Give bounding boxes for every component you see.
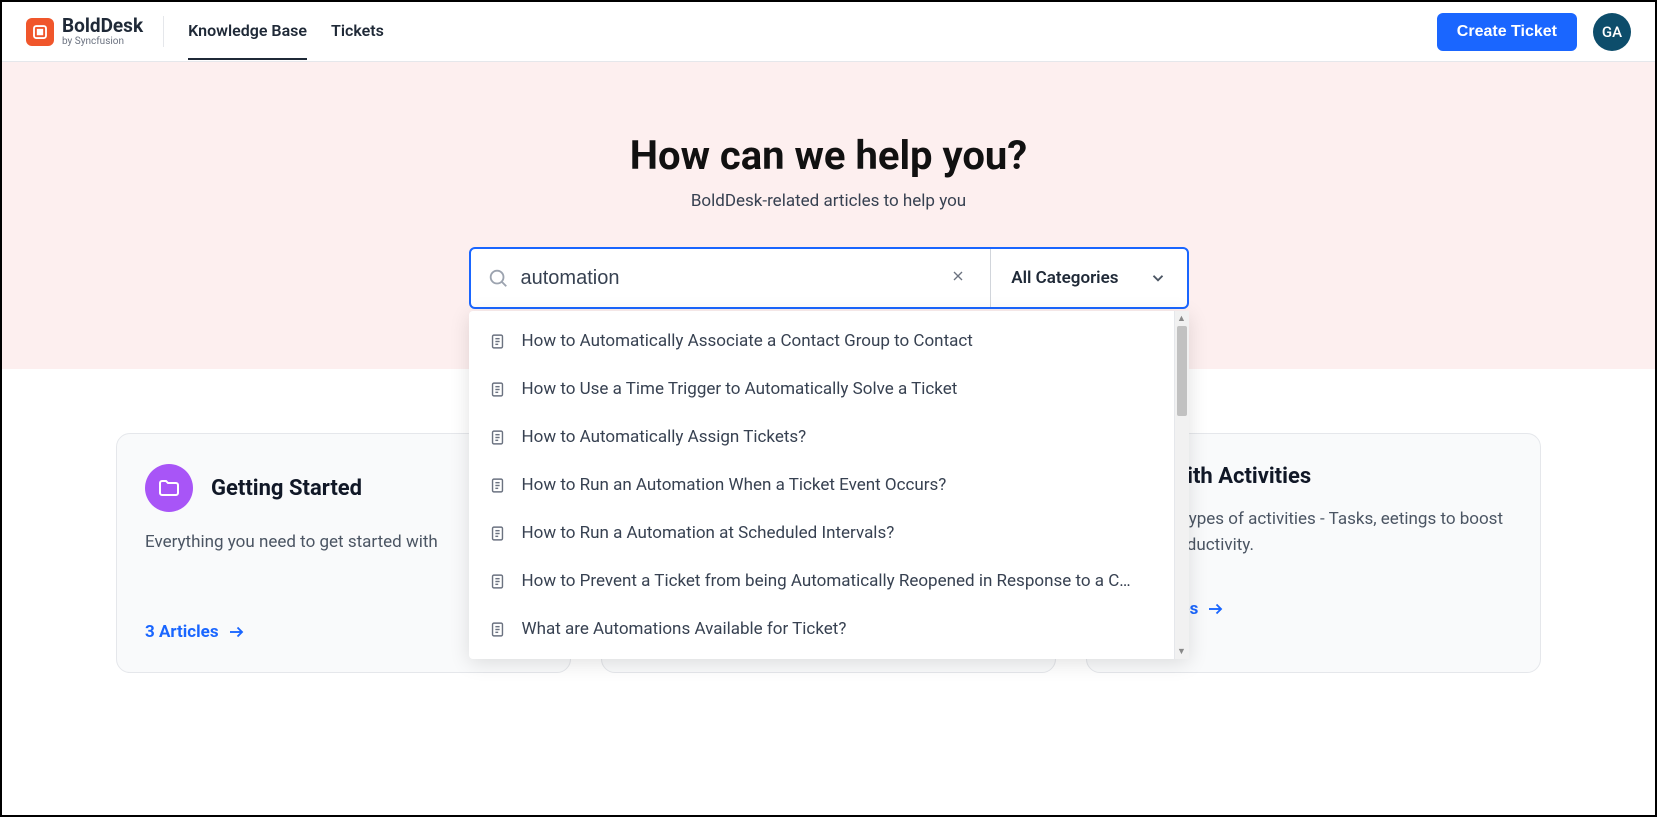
document-icon bbox=[489, 381, 506, 398]
suggestion-list: How to Automatically Associate a Contact… bbox=[469, 311, 1174, 659]
folder-icon bbox=[145, 464, 193, 512]
clear-search-button[interactable] bbox=[942, 263, 974, 294]
card-count: 3 Articles bbox=[145, 622, 219, 642]
document-icon bbox=[489, 525, 506, 542]
suggestion-text: How to Run a Automation at Scheduled Int… bbox=[522, 523, 895, 543]
document-icon bbox=[489, 621, 506, 638]
suggestion-text: What are Automations Available for Ticke… bbox=[522, 619, 847, 639]
create-ticket-button[interactable]: Create Ticket bbox=[1437, 13, 1577, 51]
suggestion-item[interactable]: How to Use a Time Trigger to Automatical… bbox=[469, 365, 1174, 413]
hero-subtitle: BoldDesk-related articles to help you bbox=[2, 191, 1655, 211]
close-icon bbox=[950, 268, 966, 284]
scroll-down-icon[interactable]: ▼ bbox=[1175, 644, 1189, 659]
header: BoldDesk by Syncfusion Knowledge Base Ti… bbox=[2, 2, 1655, 62]
search-left bbox=[471, 249, 991, 307]
suggestion-text: How to Run an Automation When a Ticket E… bbox=[522, 475, 947, 495]
nav-tabs: Knowledge Base Tickets bbox=[188, 3, 384, 60]
suggestion-item[interactable]: How to Automatically Assign Tickets? bbox=[469, 413, 1174, 461]
logo-icon bbox=[26, 18, 54, 46]
card-title: Getting Started bbox=[211, 476, 362, 501]
category-label: All Categories bbox=[1011, 268, 1118, 288]
header-right: Create Ticket GA bbox=[1437, 13, 1631, 51]
document-icon bbox=[489, 477, 506, 494]
search-icon bbox=[487, 267, 509, 289]
logo-sub: by Syncfusion bbox=[62, 37, 143, 47]
suggestion-item[interactable]: How to Run an Automation When a Ticket E… bbox=[469, 461, 1174, 509]
logo[interactable]: BoldDesk by Syncfusion bbox=[26, 16, 164, 47]
suggestion-text: How to Automatically Assign Tickets? bbox=[522, 427, 807, 447]
scrollbar-thumb[interactable] bbox=[1177, 326, 1187, 416]
hero: How can we help you? BoldDesk-related ar… bbox=[2, 62, 1655, 369]
logo-main: BoldDesk bbox=[62, 16, 143, 35]
document-icon bbox=[489, 573, 506, 590]
search-input[interactable] bbox=[521, 267, 931, 290]
chevron-down-icon bbox=[1149, 269, 1167, 287]
suggestion-text: How to Prevent a Ticket from being Autom… bbox=[522, 571, 1131, 591]
suggestion-text: How to Use a Time Trigger to Automatical… bbox=[522, 379, 958, 399]
suggestion-item[interactable]: How to Prevent a Ticket from being Autom… bbox=[469, 557, 1174, 605]
suggestion-text: How to Automatically Associate a Contact… bbox=[522, 331, 973, 351]
suggestion-item[interactable]: What are Automations Available for Ticke… bbox=[469, 605, 1174, 653]
tab-tickets[interactable]: Tickets bbox=[331, 3, 384, 60]
document-icon bbox=[489, 333, 506, 350]
hero-title: How can we help you? bbox=[2, 132, 1655, 179]
logo-text: BoldDesk by Syncfusion bbox=[62, 16, 143, 47]
suggestion-item[interactable]: How to Automatically Associate a Contact… bbox=[469, 317, 1174, 365]
avatar[interactable]: GA bbox=[1593, 13, 1631, 51]
tab-knowledge-base[interactable]: Knowledge Base bbox=[188, 3, 307, 60]
scroll-up-icon[interactable]: ▲ bbox=[1175, 311, 1189, 326]
suggestions-dropdown: How to Automatically Associate a Contact… bbox=[469, 311, 1189, 659]
search-wrap: All Categories How to Automatically Asso… bbox=[469, 247, 1189, 309]
arrow-right-icon bbox=[1206, 600, 1224, 618]
category-selector[interactable]: All Categories bbox=[990, 249, 1186, 307]
search-box: All Categories bbox=[469, 247, 1189, 309]
arrow-right-icon bbox=[227, 623, 245, 641]
scrollbar[interactable]: ▲ ▼ bbox=[1174, 311, 1189, 659]
document-icon bbox=[489, 429, 506, 446]
card-articles-link[interactable]: 3 Articles bbox=[145, 622, 245, 642]
suggestion-item[interactable]: How to Run a Automation at Scheduled Int… bbox=[469, 509, 1174, 557]
